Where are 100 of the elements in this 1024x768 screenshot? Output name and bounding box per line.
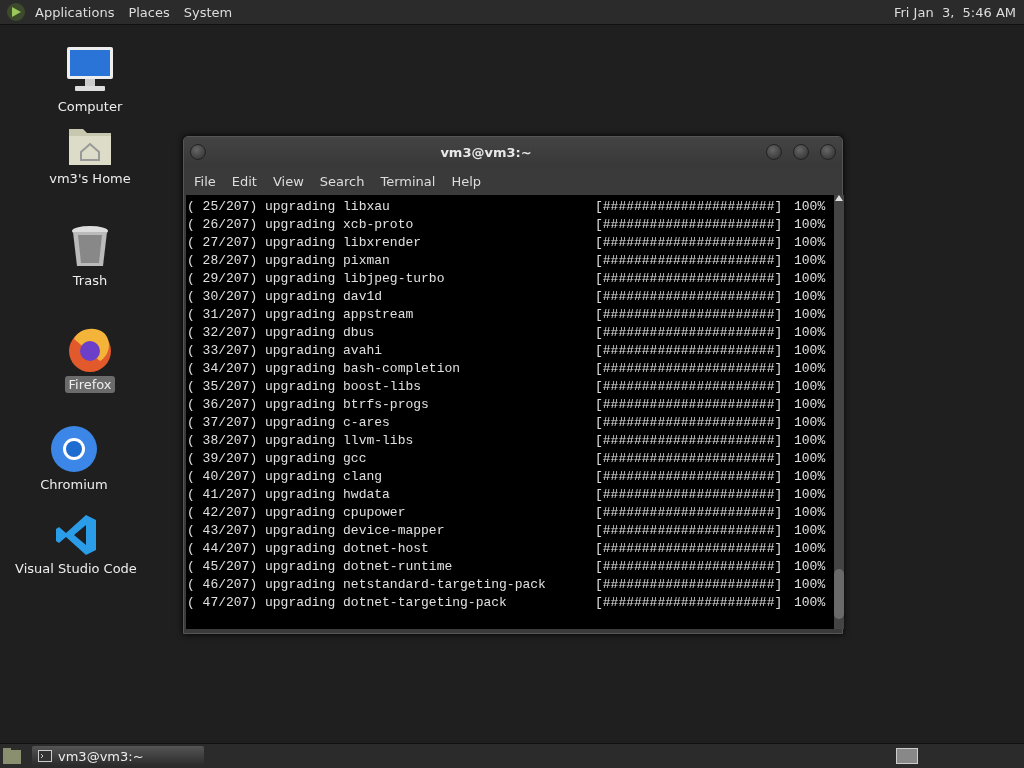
percent-text: 100%: [794, 216, 827, 232]
progress-text: [######################]: [595, 198, 784, 214]
menu-item[interactable]: File: [188, 170, 222, 192]
percent-text: 100%: [794, 468, 827, 484]
progress-text: [######################]: [595, 486, 784, 502]
percent-text: 100%: [794, 540, 827, 556]
terminal-line: ( 35/207) upgrading boost-libs: [187, 378, 423, 394]
terminal-line: ( 30/207) upgrading dav1d: [187, 288, 384, 304]
percent-text: 100%: [794, 396, 827, 412]
terminal-line: ( 27/207) upgrading libxrender: [187, 234, 423, 250]
progress-text: [######################]: [595, 216, 784, 232]
progress-text: [######################]: [595, 522, 784, 538]
percent-text: 100%: [794, 594, 827, 610]
progress-text: [######################]: [595, 540, 784, 556]
maximize-button[interactable]: [793, 144, 809, 160]
percent-text: 100%: [794, 576, 827, 592]
taskbar-button[interactable]: vm3@vm3:~: [32, 746, 204, 766]
percent-text: 100%: [794, 486, 827, 502]
terminal-line: ( 47/207) upgrading dotnet-targeting-pack: [187, 594, 508, 610]
desktop-icon-label[interactable]: Trash: [69, 272, 111, 289]
terminal-icon: [38, 750, 52, 762]
progress-text: [######################]: [595, 360, 784, 376]
progress-text: [######################]: [595, 342, 784, 358]
percent-text: 100%: [794, 450, 827, 466]
terminal-line: ( 34/207) upgrading bash-completion: [187, 360, 462, 376]
progress-text: [######################]: [595, 576, 784, 592]
percent-text: 100%: [794, 342, 827, 358]
terminal-line: ( 29/207) upgrading libjpeg-turbo: [187, 270, 446, 286]
percent-text: 100%: [794, 504, 827, 520]
percent-text: 100%: [794, 198, 827, 214]
desktop-icon-label[interactable]: Chromium: [37, 476, 111, 493]
progress-text: [######################]: [595, 594, 784, 610]
terminal-line: ( 33/207) upgrading avahi: [187, 342, 384, 358]
terminal-line: ( 44/207) upgrading dotnet-host: [187, 540, 430, 556]
percent-text: 100%: [794, 324, 827, 340]
terminal-line: ( 36/207) upgrading btrfs-progs: [187, 396, 430, 412]
scroll-up-icon[interactable]: [835, 195, 843, 201]
menu-item[interactable]: Edit: [225, 170, 263, 192]
close-button[interactable]: [820, 144, 836, 160]
minimize-button[interactable]: [766, 144, 782, 160]
clock[interactable]: Fri Jan 3, 5:46 AM: [893, 4, 1016, 20]
show-desktop-icon[interactable]: [2, 747, 22, 765]
progress-text: [######################]: [595, 306, 784, 322]
progress-text: [######################]: [595, 432, 784, 448]
menu-item[interactable]: Help: [445, 170, 488, 192]
desktop-icon-label[interactable]: Visual Studio Code: [12, 560, 140, 577]
desktop-icon-label[interactable]: Firefox: [65, 376, 115, 393]
percent-text: 100%: [794, 414, 827, 430]
progress-text: [######################]: [595, 468, 784, 484]
terminal-line: ( 39/207) upgrading gcc: [187, 450, 368, 466]
percent-text: 100%: [794, 378, 827, 394]
percent-text: 100%: [794, 252, 827, 268]
panel-menu[interactable]: Applications: [30, 4, 120, 20]
terminal-line: ( 31/207) upgrading appstream: [187, 306, 415, 322]
terminal-line: ( 40/207) upgrading clang: [187, 468, 384, 484]
terminal-line: ( 45/207) upgrading dotnet-runtime: [187, 558, 454, 574]
terminal-line: ( 41/207) upgrading hwdata: [187, 486, 391, 502]
desktop-icon-label[interactable]: vm3's Home: [46, 170, 134, 187]
terminal-line: ( 38/207) upgrading llvm-libs: [187, 432, 415, 448]
percent-text: 100%: [794, 234, 827, 250]
menu-item[interactable]: Search: [313, 170, 371, 192]
terminal-line: ( 43/207) upgrading device-mapper: [187, 522, 446, 538]
percent-text: 100%: [794, 360, 827, 376]
progress-text: [######################]: [595, 414, 784, 430]
menu-item[interactable]: Terminal: [374, 170, 442, 192]
progress-text: [######################]: [595, 288, 784, 304]
panel-menu[interactable]: System: [178, 4, 238, 20]
percent-text: 100%: [794, 288, 827, 304]
window-menu-button[interactable]: [190, 144, 206, 160]
progress-text: [######################]: [595, 252, 784, 268]
terminal-line: ( 28/207) upgrading pixman: [187, 252, 391, 268]
progress-text: [######################]: [595, 378, 784, 394]
scrollbar[interactable]: [834, 195, 844, 629]
progress-text: [######################]: [595, 234, 784, 250]
progress-text: [######################]: [595, 450, 784, 466]
app-menu-logo-icon[interactable]: [6, 2, 26, 22]
workspace-switcher[interactable]: [896, 748, 918, 764]
menu-item[interactable]: View: [266, 170, 310, 192]
percent-text: 100%: [794, 270, 827, 286]
progress-text: [######################]: [595, 504, 784, 520]
scroll-thumb[interactable]: [834, 569, 844, 619]
browser-circle-icon: [50, 425, 98, 473]
window-title: vm3@vm3:~: [439, 144, 533, 160]
progress-text: [######################]: [595, 324, 784, 340]
terminal-line: ( 37/207) upgrading c-ares: [187, 414, 391, 430]
trash-icon: [70, 225, 110, 269]
terminal-line: ( 26/207) upgrading xcb-proto: [187, 216, 415, 232]
panel-menu[interactable]: Places: [123, 4, 175, 20]
desktop-icon-label[interactable]: Computer: [54, 98, 126, 115]
progress-text: [######################]: [595, 558, 784, 574]
terminal-line: ( 46/207) upgrading netstandard-targeting-pack: [187, 576, 547, 592]
percent-text: 100%: [794, 306, 827, 322]
terminal-line: ( 25/207) upgrading libxau: [187, 198, 391, 214]
code-editor-icon: [54, 513, 98, 557]
percent-text: 100%: [794, 522, 827, 538]
percent-text: 100%: [794, 432, 827, 448]
terminal-line: ( 42/207) upgrading cpupower: [187, 504, 407, 520]
terminal-line: ( 32/207) upgrading dbus: [187, 324, 376, 340]
progress-text: [######################]: [595, 396, 784, 412]
percent-text: 100%: [794, 558, 827, 574]
